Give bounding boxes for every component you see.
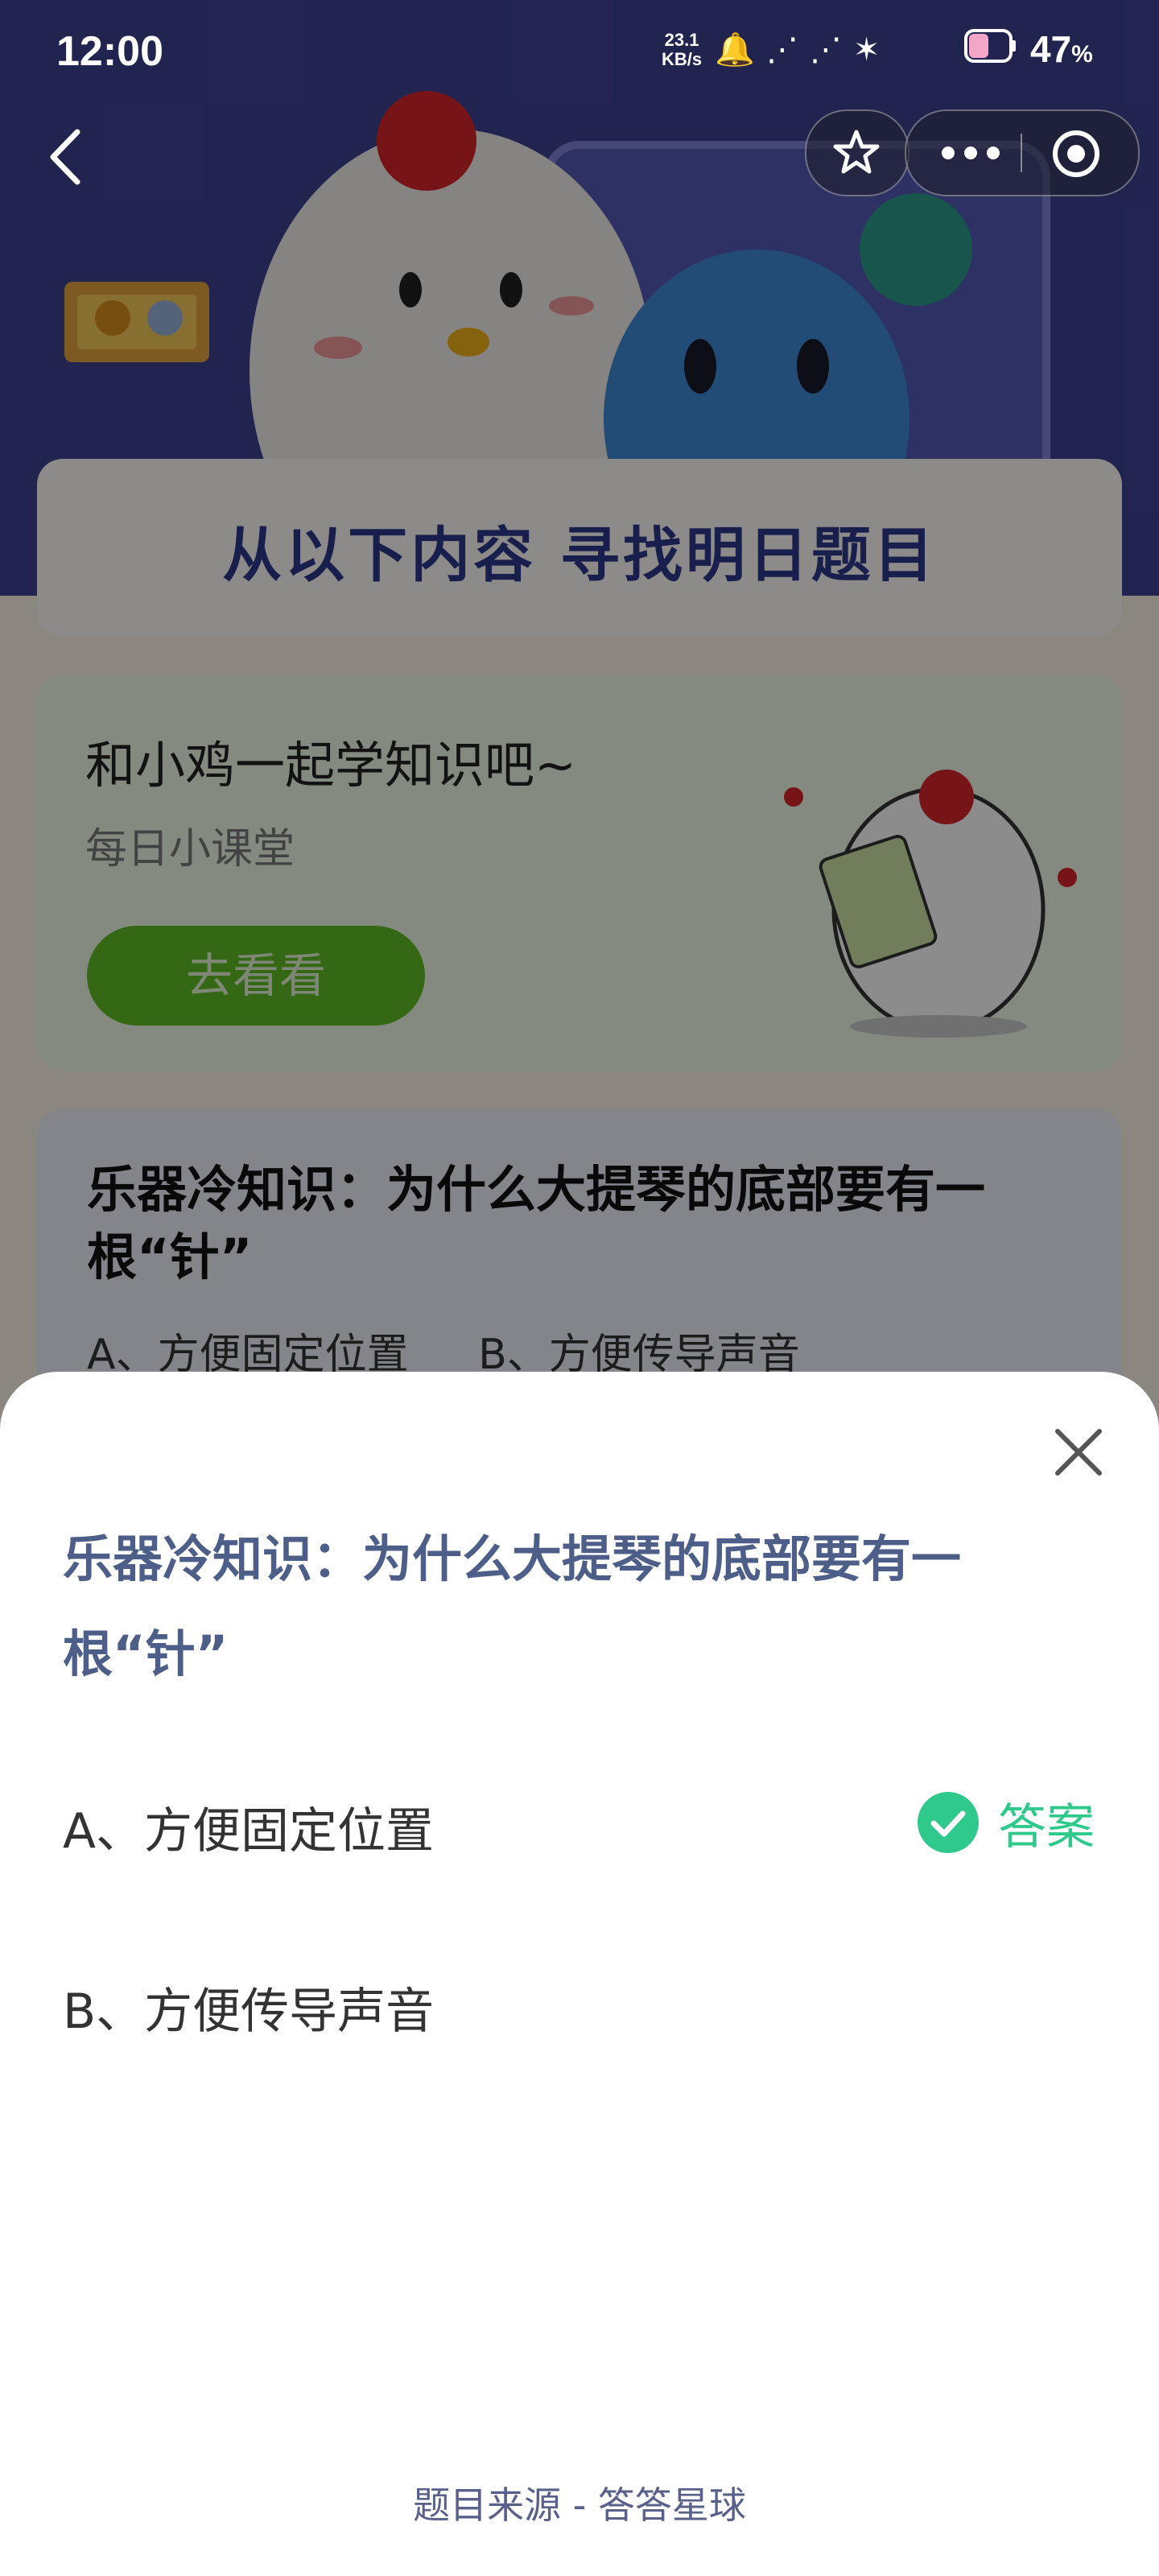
battery-percent-suffix: % bbox=[1071, 41, 1093, 68]
status-time: 12:00 bbox=[56, 28, 163, 75]
check-circle-icon bbox=[918, 1792, 979, 1853]
answer-tag-label: 答案 bbox=[998, 1798, 1095, 1856]
chevron-left-icon[interactable] bbox=[31, 121, 103, 193]
mini-program-capsule bbox=[905, 109, 1140, 196]
answer-sheet: 乐器冷知识：为什么大提琴的底部要有一根“针” A、方便固定位置 答案 B、方便传… bbox=[0, 1372, 1159, 2576]
network-speed-unit: KB/s bbox=[662, 49, 703, 69]
status-icons: 🔔⋰⋰✶ bbox=[715, 31, 891, 68]
favorite-button[interactable] bbox=[805, 109, 909, 196]
capsule-divider bbox=[1021, 134, 1022, 172]
sheet-question: 乐器冷知识：为什么大提琴的底部要有一根“针” bbox=[63, 1530, 962, 1683]
network-speed: 23.1 KB/s bbox=[662, 31, 702, 69]
target-icon[interactable] bbox=[1048, 126, 1104, 182]
option-b[interactable]: B、方便传导声音 bbox=[63, 1953, 1101, 2050]
option-a[interactable]: A、方便固定位置 答案 bbox=[63, 1773, 1101, 1869]
wifi-icon: ✶ bbox=[852, 32, 892, 68]
signal-icon-2: ⋰ bbox=[809, 32, 853, 68]
option-b-label: B、方便传导声音 bbox=[63, 1984, 435, 2040]
battery-percent: 47% bbox=[1030, 27, 1093, 71]
close-icon[interactable] bbox=[1046, 1420, 1111, 1484]
star-icon bbox=[833, 130, 880, 174]
battery-icon bbox=[964, 29, 1016, 63]
question-source: 题目来源 - 答答星球 bbox=[413, 2483, 746, 2527]
status-bar: 12:00 23.1 KB/s 🔔⋰⋰✶ 47% bbox=[0, 0, 1159, 103]
signal-icon: ⋰ bbox=[765, 32, 810, 68]
network-speed-value: 23.1 bbox=[664, 30, 699, 50]
answer-tag: 答案 bbox=[918, 1789, 1095, 1856]
more-dots-icon[interactable] bbox=[930, 135, 1011, 171]
bell-icon: 🔔 bbox=[715, 32, 766, 68]
battery-percent-value: 47 bbox=[1030, 28, 1072, 70]
option-a-label: A、方便固定位置 bbox=[63, 1803, 435, 1860]
